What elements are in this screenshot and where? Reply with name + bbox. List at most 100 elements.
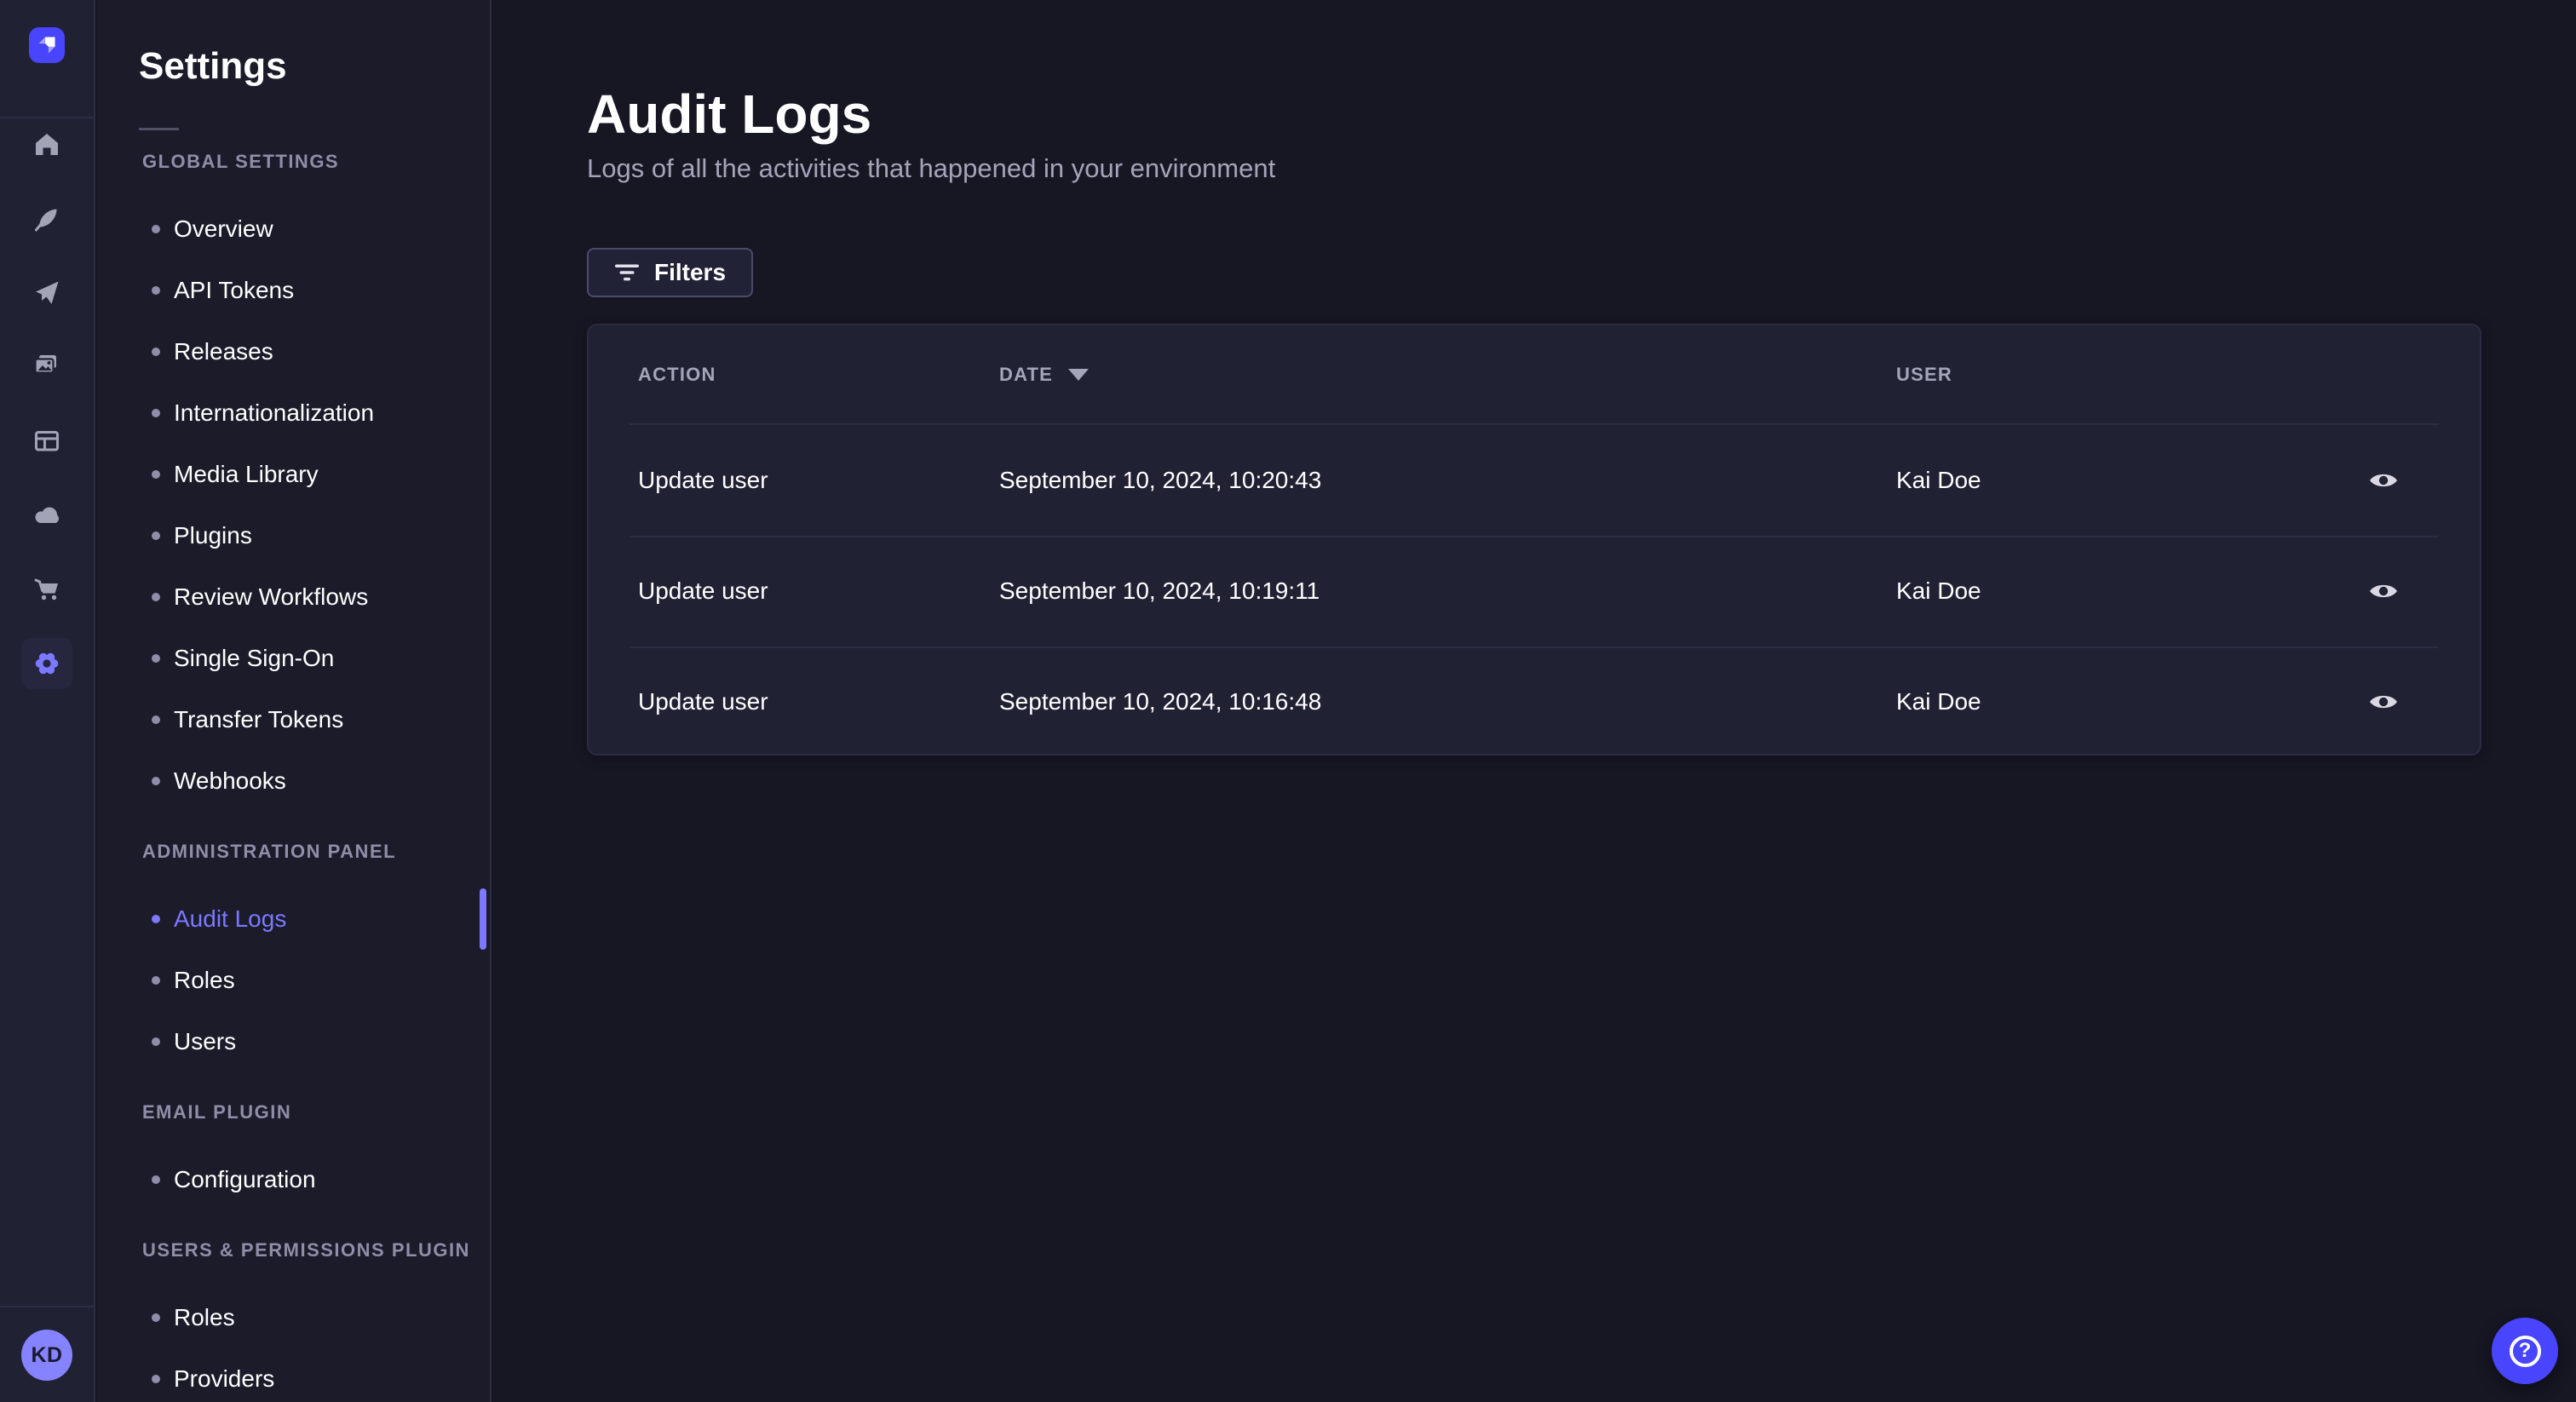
bullet-icon [152, 915, 160, 923]
bullet-icon [152, 777, 160, 785]
sidebar-item-label: Webhooks [174, 767, 286, 794]
cell-user: Kai Doe [1896, 688, 1981, 715]
main-content: Audit Logs Logs of all the activities th… [493, 0, 2576, 1402]
cell-user: Kai Doe [1896, 467, 1981, 493]
sidebar-item-roles[interactable]: Roles [97, 950, 490, 1011]
sidebar-item-label: API Tokens [174, 277, 295, 303]
sidebar-section: ADMINISTRATION PANEL Audit Logs Roles Users [97, 841, 490, 1072]
sidebar-item-internationalization[interactable]: Internationalization [97, 382, 490, 444]
filters-button[interactable]: Filters [587, 248, 754, 297]
bullet-icon [152, 409, 160, 417]
sidebar-item-label: Audit Logs [174, 905, 287, 932]
sidebar-section-label: GLOBAL SETTINGS [142, 151, 340, 172]
sidebar-item-webhooks[interactable]: Webhooks [97, 750, 490, 812]
sidebar-item-configuration[interactable]: Configuration [97, 1149, 490, 1210]
sidebar-section-list: Overview API Tokens Releases Internationali… [97, 198, 490, 812]
help-button[interactable]: ? [2492, 1318, 2558, 1384]
sidebar-item-media-library[interactable]: Media Library [97, 444, 490, 505]
sidebar-section-list: Roles Providers [97, 1287, 490, 1402]
rail-divider [0, 117, 94, 118]
audit-logs-table: ACTION DATE USER Update user September 10… [587, 324, 2481, 756]
sidebar-item-label: Transfer Tokens [174, 706, 344, 733]
nav-settings[interactable] [21, 638, 72, 689]
sidebar-item-label: Review Workflows [174, 583, 369, 610]
sidebar-item-transfer-tokens[interactable]: Transfer Tokens [97, 689, 490, 750]
bullet-icon [152, 654, 160, 663]
sidebar-item-label: Roles [174, 1304, 235, 1330]
bullet-icon [152, 1175, 160, 1184]
table-row: Update user September 10, 2024, 10:20:43 K… [589, 425, 2480, 536]
cell-action: Update user [638, 577, 768, 604]
view-log-button[interactable] [2356, 564, 2411, 618]
question-mark-icon: ? [2509, 1335, 2541, 1367]
nav-cloud[interactable] [21, 490, 72, 541]
sidebar-item-label: Configuration [174, 1166, 316, 1192]
sidebar-item-users[interactable]: Users [97, 1011, 490, 1072]
home-icon [36, 134, 58, 155]
nav-media-library[interactable] [21, 342, 72, 393]
nav-content-type-builder[interactable] [21, 416, 72, 467]
sidebar-item-label: Overview [174, 215, 273, 242]
sidebar-section-label: USERS & PERMISSIONS PLUGIN [142, 1239, 470, 1261]
cell-date: September 10, 2024, 10:16:48 [999, 688, 1322, 715]
column-header-action[interactable]: ACTION [638, 364, 999, 386]
column-header-date-label: DATE [999, 363, 1054, 385]
sidebar-item-api-tokens[interactable]: API Tokens [97, 260, 490, 321]
sidebar-sections: GLOBAL SETTINGS Overview API Tokens Release… [97, 151, 490, 1402]
strapi-logo-icon [38, 37, 55, 54]
user-avatar[interactable]: KD [21, 1330, 72, 1381]
gear-icon [35, 652, 59, 675]
filters-button-label: Filters [654, 259, 727, 285]
settings-sidebar: Settings GLOBAL SETTINGS Overview API Toke… [97, 0, 492, 1402]
rail-divider [0, 1306, 94, 1307]
sidebar-item-label: Roles [174, 967, 235, 993]
media-library-icon [34, 355, 56, 374]
cell-date: September 10, 2024, 10:19:11 [999, 577, 1320, 604]
bullet-icon [152, 470, 160, 479]
table-header-row: ACTION DATE USER [589, 325, 2480, 423]
column-header-date[interactable]: DATE [999, 364, 1896, 386]
sidebar-section-list: Configuration [97, 1149, 490, 1210]
layout-panel-icon [35, 431, 59, 451]
cell-action: Update user [638, 467, 768, 493]
sidebar-item-overview[interactable]: Overview [97, 198, 490, 260]
sidebar-item-releases[interactable]: Releases [97, 321, 490, 382]
strapi-logo-button[interactable] [29, 27, 65, 63]
sidebar-section: GLOBAL SETTINGS Overview API Tokens Release… [97, 151, 490, 812]
sidebar-item-audit-logs[interactable]: Audit Logs [97, 888, 490, 950]
nav-home[interactable] [21, 119, 72, 170]
sidebar-item-label: Media Library [174, 461, 319, 487]
table-row: Update user September 10, 2024, 10:19:11 K… [589, 536, 2480, 646]
table-body: Update user September 10, 2024, 10:20:43 K… [589, 425, 2480, 754]
nav-marketplace[interactable] [21, 564, 72, 615]
bullet-icon [152, 1037, 160, 1046]
sidebar-title-divider [139, 128, 179, 130]
sidebar-item-single-sign-on[interactable]: Single Sign-On [97, 628, 490, 689]
page-subtitle: Logs of all the activities that happened… [587, 153, 1276, 183]
page-title: Audit Logs [587, 83, 872, 145]
bullet-icon [152, 976, 160, 985]
view-log-button[interactable] [2356, 453, 2411, 508]
bullet-icon [152, 348, 160, 356]
nav-content[interactable] [21, 193, 72, 244]
paper-plane-icon [36, 281, 59, 304]
sidebar-item-roles[interactable]: Roles [97, 1287, 490, 1348]
sidebar-item-review-workflows[interactable]: Review Workflows [97, 566, 490, 628]
sidebar-section-label: EMAIL PLUGIN [142, 1101, 292, 1123]
sidebar-item-providers[interactable]: Providers [97, 1348, 490, 1402]
filter-icon [615, 264, 639, 281]
strapi-admin-app: KD Settings GLOBAL SETTINGS Overview API T… [0, 0, 2576, 1402]
view-log-button[interactable] [2356, 675, 2411, 729]
column-header-user[interactable]: USER [1896, 364, 2337, 386]
nav-deploy[interactable] [21, 267, 72, 319]
eye-icon [2370, 584, 2397, 598]
cloud-icon [35, 507, 59, 524]
bullet-icon [152, 1313, 160, 1322]
bullet-icon [152, 593, 160, 601]
bullet-icon [152, 1375, 160, 1383]
sidebar-item-label: Releases [174, 338, 273, 365]
sidebar-section: USERS & PERMISSIONS PLUGIN Roles Providers [97, 1239, 490, 1402]
sidebar-item-plugins[interactable]: Plugins [97, 505, 490, 566]
table-row: Update user September 10, 2024, 10:16:48 K… [589, 646, 2480, 754]
main-nav-rail: KD [0, 0, 95, 1402]
